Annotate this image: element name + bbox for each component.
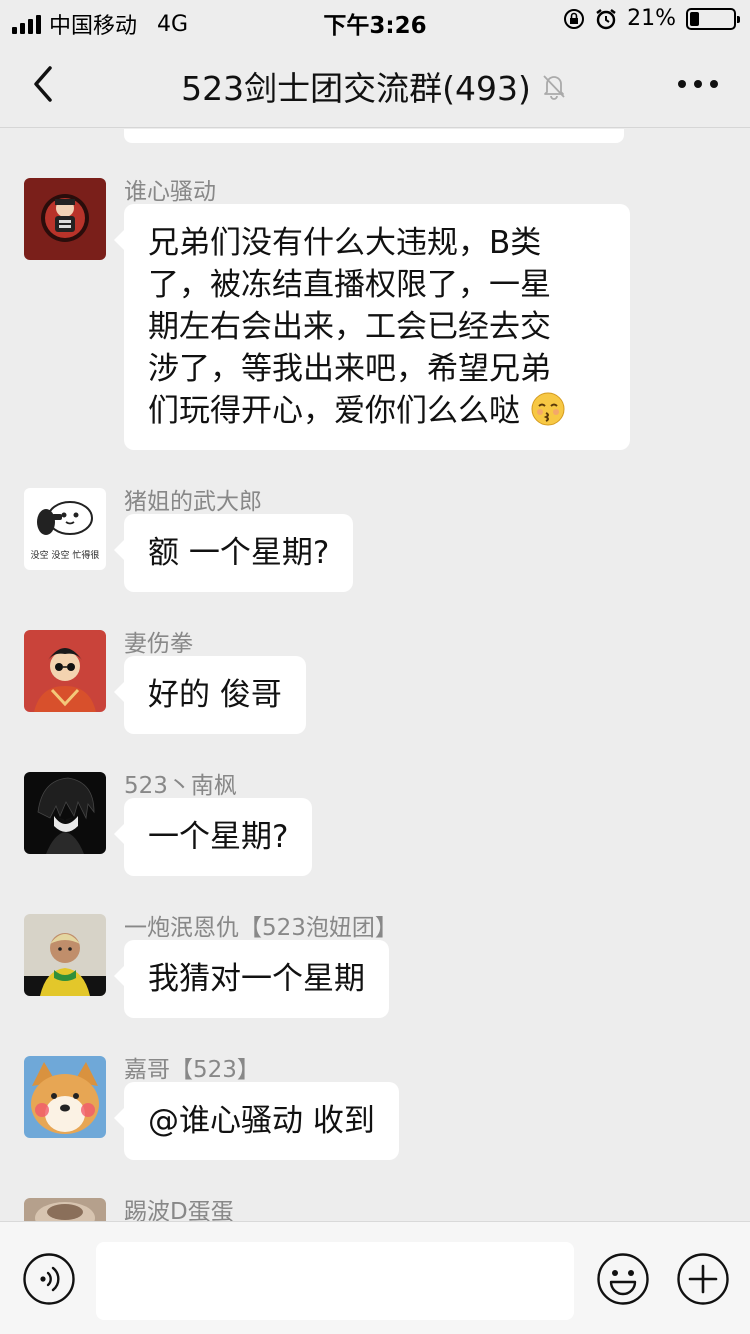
message-bubble[interactable]: 兄弟们没有什么大违规，B类 了，被冻结直播权限了，一星 期左右会出来，工会已经去… xyxy=(114,204,630,450)
avatar[interactable] xyxy=(24,1198,106,1221)
avatar[interactable] xyxy=(24,1056,106,1138)
sender-name: 谁心骚动 xyxy=(124,179,216,205)
message-text-line: 们玩得开心，爱你们么么哒 xyxy=(148,393,520,429)
rotation-lock-icon xyxy=(564,8,585,29)
sender-name: 猪姐的武大郎 xyxy=(124,489,262,515)
avatar[interactable]: 没空 没空 忙得很 xyxy=(24,488,106,570)
more-dots-icon xyxy=(678,80,686,88)
status-bar: 中国移动 4G 下午3:26 21% xyxy=(0,0,750,40)
message-text-line: 期左右会出来，工会已经去交 xyxy=(148,309,551,345)
voice-icon xyxy=(23,1253,75,1305)
sender-name: 嘉哥【523】 xyxy=(124,1057,260,1083)
message-text-line: 兄弟们没有什么大违规，B类 xyxy=(148,225,542,261)
message-bubble[interactable]: 额 一个星期? xyxy=(113,514,354,592)
avatar[interactable] xyxy=(24,178,106,260)
battery-icon xyxy=(686,7,740,30)
emoji-button[interactable] xyxy=(596,1252,650,1306)
alarm-icon xyxy=(596,8,616,29)
sender-name: 一炮泯恩仇【523泡妞团】 xyxy=(124,915,398,941)
smiley-icon xyxy=(597,1253,649,1305)
avatar-caption: 没空 没空 忙得很 xyxy=(30,551,100,561)
nav-bar: 523剑士团交流群(493) xyxy=(0,40,750,128)
voice-button[interactable] xyxy=(22,1252,76,1306)
message-text: 我猜对一个星期 xyxy=(148,961,365,997)
message-text-line: 了，被冻结直播权限了，一星 xyxy=(148,267,551,303)
avatar[interactable] xyxy=(24,630,106,712)
message-bubble[interactable]: @谁心骚动 收到 xyxy=(114,1082,399,1160)
avatar[interactable] xyxy=(24,914,106,996)
kissing-face-emoji-icon xyxy=(531,392,565,426)
chat-messages[interactable]: 谁心骚动 兄弟们没有什么大违规，B类 了，被冻结直播权限了，一星 期左右会出来，… xyxy=(0,129,750,1221)
message-bubble[interactable]: 好的 俊哥 xyxy=(114,656,306,734)
sender-name: 踢波D蛋蛋 xyxy=(124,1199,234,1221)
sender-name: 523丶南枫 xyxy=(124,773,237,799)
more-button[interactable] xyxy=(676,72,720,96)
message-text-line: 涉了，等我出来吧，希望兄弟 xyxy=(148,351,551,387)
avatar[interactable] xyxy=(24,772,106,854)
message-text: 额 一个星期? xyxy=(148,535,330,571)
message-bubble[interactable]: 一个星期? xyxy=(113,798,313,876)
input-bar xyxy=(0,1221,750,1334)
more-functions-button[interactable] xyxy=(676,1252,730,1306)
message-text: 一个星期? xyxy=(148,819,289,855)
bell-off-icon xyxy=(543,75,565,100)
chat-title: 523剑士团交流群(493) xyxy=(181,69,531,108)
sender-name: 妻伤拳 xyxy=(124,631,193,657)
previous-message-bubble xyxy=(124,129,624,143)
message-bubble[interactable]: 我猜对一个星期 xyxy=(114,940,389,1018)
battery-percent: 21% xyxy=(627,6,676,31)
message-input[interactable] xyxy=(96,1242,574,1320)
message-text: @谁心骚动 收到 xyxy=(148,1103,375,1139)
plus-icon xyxy=(677,1253,729,1305)
message-text: 好的 俊哥 xyxy=(148,677,282,713)
